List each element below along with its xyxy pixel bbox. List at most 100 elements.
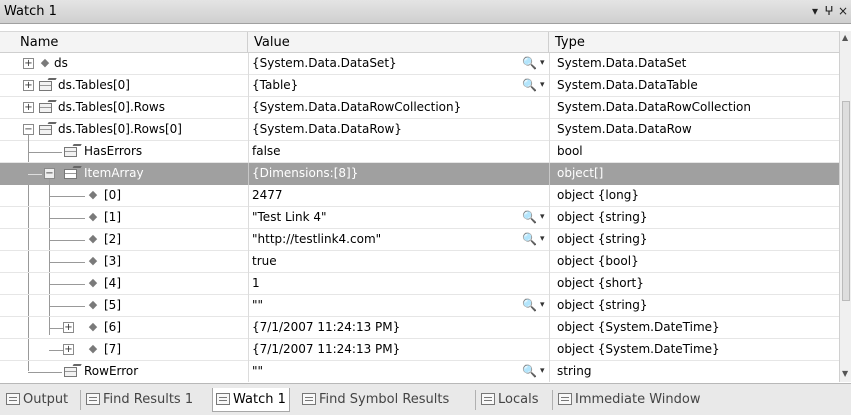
scroll-up-arrow-icon[interactable]: ▲ <box>842 33 848 42</box>
magnifier-icon[interactable]: 🔍 <box>522 364 537 378</box>
expand-icon[interactable]: + <box>63 344 74 355</box>
locals-icon <box>481 393 495 405</box>
tab-find-symbol-results[interactable]: Find Symbol Results <box>302 388 449 412</box>
row-value[interactable]: {System.Data.DataRow} <box>252 119 542 140</box>
column-header: Name Value Type <box>0 31 839 53</box>
magnifier-icon[interactable]: 🔍 <box>522 78 537 92</box>
table-row[interactable]: + ◆ [6] {7/1/2007 11:24:13 PM} object {S… <box>0 317 839 339</box>
find-symbol-icon <box>302 393 316 405</box>
row-type: System.Data.DataTable <box>557 78 698 92</box>
visualizer-dropdown-icon[interactable]: ▾ <box>540 364 545 378</box>
tab-find-results-1[interactable]: Find Results 1 <box>86 388 193 412</box>
row-value[interactable]: 2477 <box>252 185 542 206</box>
row-type: object {string} <box>557 210 648 224</box>
row-name: [0] <box>104 188 121 202</box>
tool-window-tabs: Output Find Results 1 Watch 1 Find Symbo… <box>0 383 851 415</box>
row-name: [2] <box>104 232 121 246</box>
row-value[interactable]: false <box>252 141 542 162</box>
row-value[interactable]: {System.Data.DataRowCollection} <box>252 97 542 118</box>
table-row[interactable]: ◆ [1] "Test Link 4" 🔍 ▾ object {string} <box>0 207 839 229</box>
row-value[interactable]: {7/1/2007 11:24:13 PM} <box>252 339 542 360</box>
tab-label: Locals <box>498 392 539 407</box>
table-row[interactable]: RowError "" 🔍 ▾ string <box>0 361 839 382</box>
table-row[interactable]: + ◆ [7] {7/1/2007 11:24:13 PM} object {S… <box>0 339 839 361</box>
row-value[interactable]: {Table} <box>252 75 542 96</box>
expand-icon[interactable]: + <box>23 58 34 69</box>
property-icon <box>64 364 82 378</box>
table-row[interactable]: ◆ [2] "http://testlink4.com" 🔍 ▾ object … <box>0 229 839 251</box>
tab-locals[interactable]: Locals <box>481 388 538 412</box>
collapse-icon[interactable]: − <box>23 124 34 135</box>
magnifier-icon[interactable]: 🔍 <box>522 298 537 312</box>
field-icon: ◆ <box>88 320 98 333</box>
scroll-down-arrow-icon[interactable]: ▼ <box>842 369 848 378</box>
row-type: object[] <box>557 166 604 180</box>
column-header-value[interactable]: Value <box>248 32 549 53</box>
tab-label: Output <box>23 392 69 407</box>
row-type: object {string} <box>557 232 648 246</box>
field-icon: ◆ <box>88 188 98 201</box>
vertical-scrollbar[interactable]: ▲ ▼ <box>839 31 851 382</box>
tab-label: Find Results 1 <box>103 392 194 407</box>
table-row[interactable]: ◆ [5] "" 🔍 ▾ object {string} <box>0 295 839 317</box>
tab-label: Find Symbol Results <box>319 392 450 407</box>
pin-icon[interactable]: ⵖ <box>822 3 836 19</box>
row-name: [7] <box>104 342 121 356</box>
field-icon: ◆ <box>40 56 50 69</box>
visualizer-dropdown-icon[interactable]: ▾ <box>540 78 545 92</box>
property-icon <box>64 144 82 158</box>
row-type: object {long} <box>557 188 639 202</box>
tab-watch-1[interactable]: Watch 1 <box>212 388 290 412</box>
table-row[interactable]: ◆ [4] 1 object {short} <box>0 273 839 295</box>
field-icon: ◆ <box>88 298 98 311</box>
tab-immediate-window[interactable]: Immediate Window <box>558 388 700 412</box>
row-value[interactable]: {7/1/2007 11:24:13 PM} <box>252 317 542 338</box>
row-value[interactable]: "" <box>252 361 542 382</box>
table-row[interactable]: + ds.Tables[0].Rows {System.Data.DataRow… <box>0 97 839 119</box>
find-results-icon <box>86 393 100 405</box>
visualizer-dropdown-icon[interactable]: ▾ <box>540 298 545 312</box>
scrollbar-thumb[interactable] <box>842 101 850 301</box>
row-type: object {bool} <box>557 254 639 268</box>
row-value[interactable]: {Dimensions:[8]} <box>252 163 542 184</box>
watch-window-titlebar: Watch 1 ▾ ⵖ × <box>0 0 851 24</box>
row-type: System.Data.DataSet <box>557 56 687 70</box>
magnifier-icon[interactable]: 🔍 <box>522 56 537 70</box>
table-row[interactable]: HasErrors false bool <box>0 141 839 163</box>
close-icon[interactable]: × <box>836 3 850 19</box>
row-value[interactable]: {System.Data.DataSet} <box>252 53 542 74</box>
column-header-type[interactable]: Type <box>549 32 839 53</box>
row-value[interactable]: "" <box>252 295 542 316</box>
field-icon: ◆ <box>88 232 98 245</box>
row-value[interactable]: "http://testlink4.com" <box>252 229 542 250</box>
expand-icon[interactable]: + <box>23 102 34 113</box>
row-value[interactable]: 1 <box>252 273 542 294</box>
row-name: ds.Tables[0].Rows[0] <box>58 122 182 136</box>
row-type: string <box>557 364 592 378</box>
property-icon <box>39 100 57 114</box>
table-row-selected[interactable]: − ItemArray {Dimensions:[8]} object[] <box>0 163 839 185</box>
magnifier-icon[interactable]: 🔍 <box>522 210 537 224</box>
row-type: object {System.DateTime} <box>557 320 720 334</box>
row-type: object {short} <box>557 276 644 290</box>
table-row[interactable]: + ◆ ds {System.Data.DataSet} 🔍 ▾ System.… <box>0 53 839 75</box>
table-row[interactable]: ◆ [0] 2477 object {long} <box>0 185 839 207</box>
table-row[interactable]: ◆ [3] true object {bool} <box>0 251 839 273</box>
column-header-name[interactable]: Name <box>14 32 248 53</box>
table-row[interactable]: − ds.Tables[0].Rows[0] {System.Data.Data… <box>0 119 839 141</box>
expand-icon[interactable]: + <box>23 80 34 91</box>
table-row[interactable]: + ds.Tables[0] {Table} 🔍 ▾ System.Data.D… <box>0 75 839 97</box>
expand-icon[interactable]: + <box>63 322 74 333</box>
row-value[interactable]: true <box>252 251 542 272</box>
tab-output[interactable]: Output <box>6 388 68 412</box>
window-title: Watch 1 <box>4 4 57 19</box>
visualizer-dropdown-icon[interactable]: ▾ <box>540 56 545 70</box>
row-value[interactable]: "Test Link 4" <box>252 207 542 228</box>
visualizer-dropdown-icon[interactable]: ▾ <box>540 210 545 224</box>
field-icon: ◆ <box>88 342 98 355</box>
magnifier-icon[interactable]: 🔍 <box>522 232 537 246</box>
collapse-icon[interactable]: − <box>44 168 55 179</box>
visualizer-dropdown-icon[interactable]: ▾ <box>540 232 545 246</box>
window-menu-dropdown-icon[interactable]: ▾ <box>808 3 822 19</box>
property-icon <box>39 122 57 136</box>
